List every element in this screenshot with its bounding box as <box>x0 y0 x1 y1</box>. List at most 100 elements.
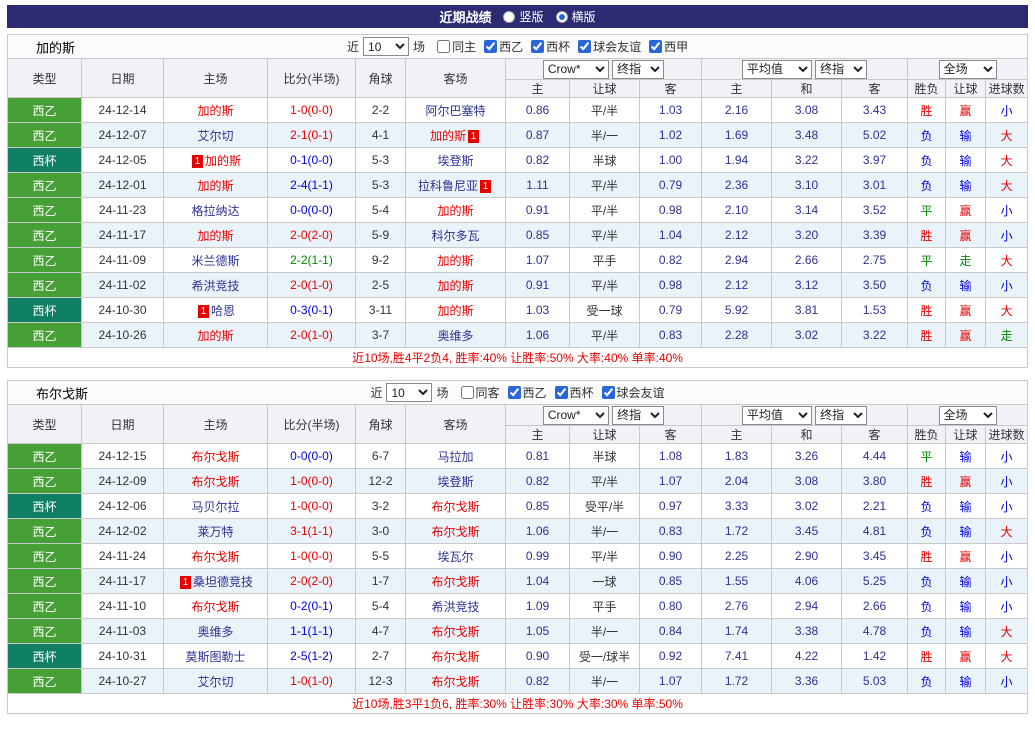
home-team-name[interactable]: 奥维多 <box>197 625 233 639</box>
layout-radio-input[interactable] <box>555 10 568 23</box>
away-team-name[interactable]: 埃登斯 <box>437 154 473 168</box>
scope-select[interactable]: 全场 <box>938 405 997 425</box>
away-team-name[interactable]: 加的斯 <box>430 129 466 143</box>
odds-company-select[interactable]: Crow* <box>542 59 609 79</box>
filter-checkbox-球会友谊[interactable]: 球会友谊 <box>578 38 641 55</box>
asia-handicap: 一球 <box>569 568 640 594</box>
league-type-cell: 西乙 <box>7 668 82 694</box>
home-team-name[interactable]: 加的斯 <box>197 329 233 343</box>
result-outcome: 负 <box>907 272 946 298</box>
filter-checkbox-input[interactable] <box>578 40 592 53</box>
home-team-name[interactable]: 马贝尔拉 <box>191 500 239 514</box>
scope-select[interactable]: 全场 <box>938 59 997 79</box>
filter-checkbox-同主[interactable]: 同主 <box>437 38 476 55</box>
home-team-name[interactable]: 艾尔切 <box>197 675 233 689</box>
asia-odds-header: Crow* 终指 <box>505 404 702 426</box>
away-team-name[interactable]: 布尔戈斯 <box>431 675 479 689</box>
league-type-cell: 西乙 <box>7 618 82 644</box>
odds-company-select[interactable]: Crow* <box>542 405 609 425</box>
away-team-name[interactable]: 加的斯 <box>437 279 473 293</box>
away-team-name[interactable]: 布尔戈斯 <box>431 575 479 589</box>
home-team-name[interactable]: 布尔戈斯 <box>191 450 239 464</box>
asia-away-odds: 0.98 <box>639 197 702 223</box>
away-team-name[interactable]: 加的斯 <box>437 204 473 218</box>
filter-checkbox-input[interactable] <box>507 386 521 399</box>
layout-radio-vertical[interactable]: 竖版 <box>503 8 544 25</box>
match-date: 24-10-31 <box>81 643 164 669</box>
filter-checkbox-西杯[interactable]: 西杯 <box>531 38 570 55</box>
home-team-name[interactable]: 布尔戈斯 <box>191 550 239 564</box>
filter-checkbox-input[interactable] <box>649 40 663 53</box>
away-team-name[interactable]: 埃登斯 <box>437 475 473 489</box>
average-odds-select[interactable]: 平均值 <box>741 59 812 79</box>
col-header-euro-away: 客 <box>841 425 908 444</box>
home-team-name[interactable]: 艾尔切 <box>197 129 233 143</box>
col-header-result-goals: 进球数 <box>984 425 1029 444</box>
home-team-name[interactable]: 莱万特 <box>197 525 233 539</box>
euro-odds-stage-select[interactable]: 终指 <box>815 405 868 425</box>
home-team-name[interactable]: 布尔戈斯 <box>191 600 239 614</box>
asia-odds-stage-select[interactable]: 终指 <box>612 59 665 79</box>
filter-checkbox-同客[interactable]: 同客 <box>460 384 500 401</box>
away-team-name[interactable]: 布尔戈斯 <box>431 625 479 639</box>
filter-checkbox-input[interactable] <box>554 386 568 399</box>
match-date: 24-12-09 <box>81 468 164 494</box>
filter-checkbox-西乙[interactable]: 西乙 <box>507 384 547 401</box>
filter-checkbox-西甲[interactable]: 西甲 <box>649 38 688 55</box>
home-team-name[interactable]: 加的斯 <box>197 179 233 193</box>
filter-checkbox-西乙[interactable]: 西乙 <box>484 38 523 55</box>
asia-odds-stage-select[interactable]: 终指 <box>612 405 665 425</box>
home-team-name[interactable]: 格拉纳达 <box>191 204 239 218</box>
asia-handicap: 平手 <box>569 247 640 273</box>
home-team-name[interactable]: 布尔戈斯 <box>191 475 239 489</box>
home-team-name[interactable]: 加的斯 <box>197 104 233 118</box>
home-team-cell: 加的斯 <box>163 172 268 198</box>
filter-checkbox-input[interactable] <box>484 40 498 53</box>
home-team-name[interactable]: 桑坦德竞技 <box>193 575 253 589</box>
filter-checkbox-西杯[interactable]: 西杯 <box>554 384 594 401</box>
section-header-cell: 加的斯 近 10 场 同主 西乙 西杯 球会友谊 西甲 <box>6 34 1029 59</box>
away-team-name[interactable]: 布尔戈斯 <box>431 500 479 514</box>
asia-away-odds: 0.92 <box>639 643 702 669</box>
match-score-cell: 0-3(0-1) <box>267 297 356 323</box>
filter-checkbox-input[interactable] <box>460 386 474 399</box>
home-team-name[interactable]: 米兰德斯 <box>191 254 239 268</box>
match-row-8: 西乙 24-11-02 希洪竞技 2-0(1-0) 2-5 加的斯 0.91 平… <box>7 272 1029 298</box>
home-team-name[interactable]: 加的斯 <box>197 229 233 243</box>
away-team-name[interactable]: 希洪竞技 <box>431 600 479 614</box>
filter-checkbox-input[interactable] <box>437 40 451 53</box>
filter-checkbox-input[interactable] <box>601 386 615 399</box>
asia-away-odds: 0.83 <box>639 322 702 348</box>
away-team-name[interactable]: 加的斯 <box>437 304 473 318</box>
filter-checkbox-球会友谊[interactable]: 球会友谊 <box>601 384 665 401</box>
home-team-name[interactable]: 莫斯图勒士 <box>185 650 245 664</box>
filter-checkbox-input[interactable] <box>531 40 545 53</box>
match-count-select[interactable]: 10 <box>386 383 433 402</box>
home-team-name[interactable]: 哈恩 <box>211 304 235 318</box>
home-team-name[interactable]: 加的斯 <box>205 154 241 168</box>
euro-draw-odds: 4.06 <box>771 568 842 594</box>
away-team-name[interactable]: 科尔多瓦 <box>431 229 479 243</box>
league-type-cell: 西乙 <box>7 468 82 494</box>
away-team-name[interactable]: 阿尔巴塞特 <box>425 104 485 118</box>
result-goals: 小 <box>984 568 1029 594</box>
away-team-name[interactable]: 拉科鲁尼亚 <box>418 179 478 193</box>
layout-radio-horizontal[interactable]: 横版 <box>555 8 596 25</box>
away-team-name[interactable]: 奥维多 <box>437 329 473 343</box>
asia-handicap: 半/一 <box>569 518 640 544</box>
away-team-name[interactable]: 加的斯 <box>437 254 473 268</box>
away-team-name[interactable]: 马拉加 <box>437 450 473 464</box>
result-goals: 大 <box>984 172 1029 198</box>
home-team-name[interactable]: 希洪竞技 <box>191 279 239 293</box>
euro-away-odds: 5.25 <box>841 568 908 594</box>
match-score: 2-0(2-0) <box>290 228 333 242</box>
away-team-name[interactable]: 布尔戈斯 <box>431 525 479 539</box>
away-team-name[interactable]: 布尔戈斯 <box>431 650 479 664</box>
layout-radio-input[interactable] <box>503 10 516 23</box>
match-count-select[interactable]: 10 <box>363 37 410 56</box>
euro-odds-stage-select[interactable]: 终指 <box>815 59 868 79</box>
away-team-name[interactable]: 埃瓦尔 <box>437 550 473 564</box>
average-odds-select[interactable]: 平均值 <box>741 405 812 425</box>
match-score: 0-3(0-1) <box>290 303 333 317</box>
asia-handicap: 平/半 <box>569 197 640 223</box>
